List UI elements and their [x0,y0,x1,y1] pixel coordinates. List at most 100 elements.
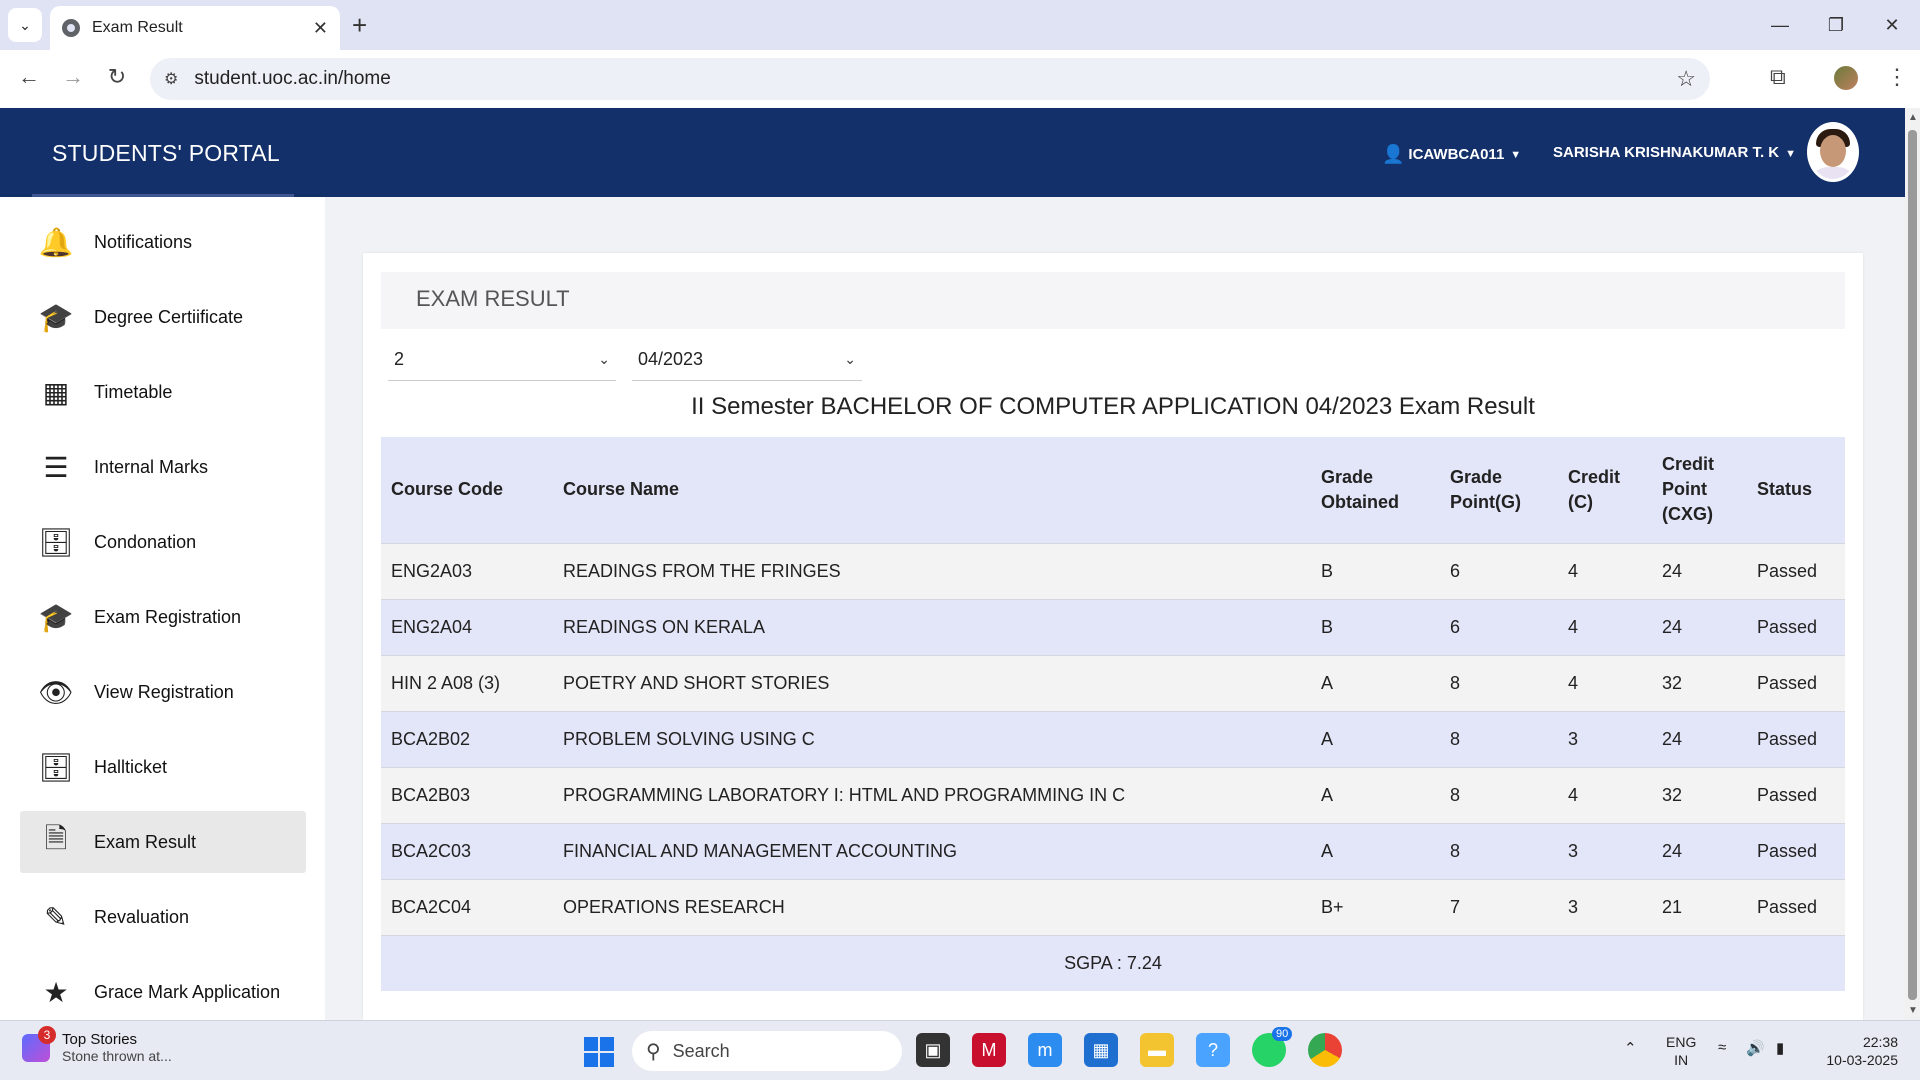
table-cell: 6 [1440,598,1558,655]
table-cell: BCA2B03 [381,766,553,823]
extensions-icon[interactable]: ⧉ [1770,64,1786,90]
table-cell: BCA2B02 [381,710,553,767]
portal-header: STUDENTS' PORTAL 👤 ICAWBCA011 ▼ SARISHA … [0,108,1905,197]
store-icon[interactable]: ▦ [1084,1033,1118,1067]
news-icon: 3 [22,1025,56,1062]
sidebar-item-internal-marks[interactable]: ☰ Internal Marks [20,436,306,498]
column-header: Course Name [553,437,1311,543]
taskbar-search[interactable]: ⚲ Search [632,1031,902,1071]
search-icon: ⚲ [646,1040,661,1063]
minimize-icon[interactable]: — [1752,0,1808,50]
clock-date: 10-03-2025 [1826,1052,1898,1068]
new-tab-button[interactable]: + [352,10,367,41]
taskbar-clock[interactable]: 22:38 10-03-2025 [1818,1033,1898,1069]
tab-search-button[interactable]: ⌄ [8,8,42,42]
task-view-icon[interactable]: ▣ [916,1033,950,1067]
page-title: EXAM RESULT [416,286,570,311]
sidebar-item-exam-registration[interactable]: 🎓 Exam Registration [20,586,306,648]
table-cell: 8 [1440,822,1558,879]
table-row: BCA2C04 OPERATIONS RESEARCH B+ 7 3 21 Passed [381,878,1845,935]
url-text[interactable]: student.uoc.ac.in/home [194,68,1676,90]
table-cell: B+ [1311,878,1440,935]
sidebar-item-timetable[interactable]: ▦ Timetable [20,361,306,423]
help-icon[interactable]: ? [1196,1033,1230,1067]
user-name: SARISHA KRISHNAKUMAR T. K [1553,144,1780,161]
whatsapp-icon[interactable]: 90 [1252,1027,1293,1067]
forward-arrow-icon[interactable]: → [58,64,88,90]
mylip-icon[interactable]: m [1028,1033,1062,1067]
site-info-icon[interactable]: ⚙ [164,69,178,89]
language-indicator[interactable]: ENG IN [1666,1033,1696,1069]
table-cell: 8 [1440,654,1558,711]
column-header: Grade Obtained [1311,437,1440,543]
file-explorer-icon[interactable]: ▬ [1140,1033,1174,1067]
chevron-down-icon: ⌄ [844,351,856,367]
news-subtitle: Stone thrown at... [62,1048,172,1064]
sidebar-item-hallticket[interactable]: 🗄 Hallticket [20,736,306,798]
portal-brand[interactable]: STUDENTS' PORTAL [52,140,280,167]
sidebar-item-condonation[interactable]: 🗄 Condonation [20,511,306,573]
sidebar-item-degree-certiificate[interactable]: 🎓 Degree Certiificate [20,286,306,348]
page-scrollbar[interactable]: ▲ ▼ [1905,108,1920,1020]
back-arrow-icon[interactable]: ← [14,64,44,90]
table-row: HIN 2 A08 (3) POETRY AND SHORT STORIES A 8 4… [381,654,1845,711]
news-title: Top Stories [62,1031,138,1048]
table-cell: A [1311,766,1440,823]
table-cell: 32 [1652,766,1747,823]
news-widget[interactable]: 3 Top Stories Stone thrown at... [22,1025,172,1064]
bookmark-star-icon[interactable]: ☆ [1676,66,1696,92]
battery-icon[interactable]: ▮ [1776,1039,1784,1057]
table-cell: 32 [1652,654,1747,711]
table-cell: 24 [1652,542,1747,599]
close-icon[interactable]: ✕ [313,18,328,39]
volume-icon[interactable]: 🔊 [1746,1039,1765,1057]
table-row: ENG2A04 READINGS ON KERALA B 6 4 24 Passed [381,598,1845,655]
scroll-down-icon[interactable]: ▼ [1908,1005,1918,1016]
sidebar-item-notifications[interactable]: 🔔 Notifications [20,211,306,273]
column-header: Credit (C) [1558,437,1652,543]
sgpa-row: SGPA : 7.24 [381,934,1845,991]
scroll-up-icon[interactable]: ▲ [1908,112,1918,123]
caret-down-icon: ▼ [1785,148,1797,160]
table-cell: A [1311,654,1440,711]
menu-icon[interactable]: ⋮ [1886,64,1908,90]
user-icon: 👤 [1382,144,1405,164]
scrollbar-thumb[interactable] [1908,130,1917,1000]
address-bar[interactable]: ⚙ student.uoc.ac.in/home ☆ [150,58,1710,100]
table-cell: ENG2A03 [381,542,553,599]
table-cell: 4 [1558,542,1652,599]
user-code-dropdown[interactable]: 👤 ICAWBCA011 ▼ [1382,144,1521,165]
table-cell: 24 [1652,598,1747,655]
table-cell: 24 [1652,822,1747,879]
whatsapp-badge: 90 [1272,1027,1293,1041]
close-window-icon[interactable]: ✕ [1864,0,1920,50]
column-header: Course Code [381,437,553,543]
graduation-cap-icon: 🎓 [38,301,74,333]
table-cell: 3 [1558,822,1652,879]
sidebar-item-label: Revaluation [94,906,190,927]
wifi-icon[interactable]: ≈ [1718,1039,1726,1056]
reload-icon[interactable]: ↻ [102,64,132,90]
table-cell: BCA2C04 [381,878,553,935]
session-select-value: 04/2023 [638,349,704,369]
semester-select[interactable]: 2 ⌄ [388,339,616,381]
sidebar-item-grace-mark-application[interactable]: ★ Grace Mark Application [20,961,306,1020]
restore-icon[interactable]: ❐ [1808,0,1864,50]
taskbar: 3 Top Stories Stone thrown at... ⚲ Searc… [0,1020,1920,1080]
avatar[interactable] [1807,122,1859,182]
sidebar-item-view-registration[interactable]: 👁 View Registration [20,661,306,723]
browser-profile-avatar[interactable] [1834,66,1858,90]
chrome-icon[interactable] [1308,1033,1342,1067]
mcafee-icon[interactable]: M [972,1033,1006,1067]
table-cell: 3 [1558,878,1652,935]
session-select[interactable]: 04/2023 ⌄ [632,339,862,381]
windows-start-icon[interactable] [584,1037,614,1067]
star-icon: ★ [43,976,69,1008]
tray-chevron-up-icon[interactable]: ⌃ [1624,1039,1637,1057]
browser-tab[interactable]: Exam Result ✕ [50,6,340,50]
user-name-dropdown[interactable]: SARISHA KRISHNAKUMAR T. K ▼ [1553,144,1796,161]
column-header: Status [1747,437,1845,543]
sidebar-item-revaluation[interactable]: ✎ Revaluation [20,886,306,948]
sidebar-item-exam-result[interactable]: 🗎 Exam Result [20,811,306,873]
taskbar-search-placeholder: Search [672,1040,730,1061]
